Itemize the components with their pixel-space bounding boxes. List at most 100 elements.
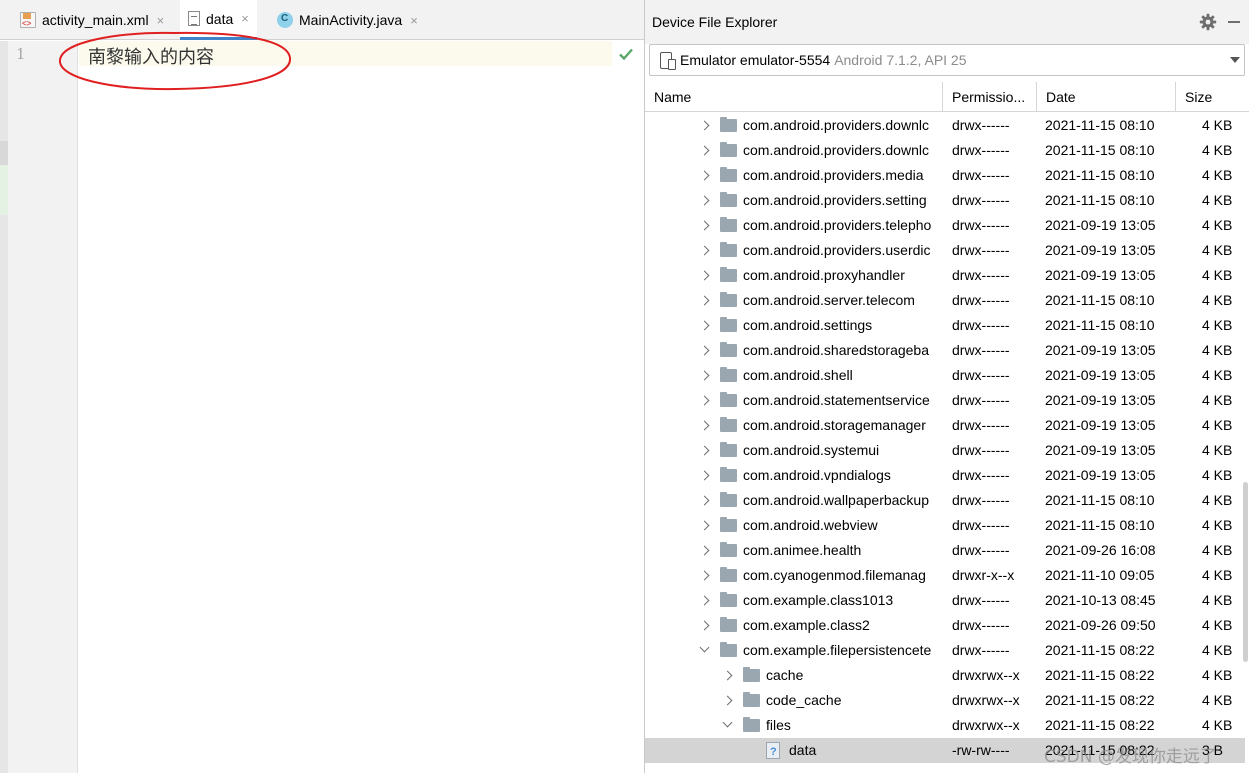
file-size: 4 KB <box>1202 417 1233 433</box>
file-name: com.animee.health <box>743 542 862 558</box>
file-date: 2021-11-15 08:10 <box>1045 317 1155 333</box>
file-date: 2021-10-13 08:45 <box>1045 592 1156 608</box>
close-icon[interactable]: × <box>157 13 165 28</box>
chevron-right-icon[interactable] <box>699 620 710 631</box>
folder-row[interactable]: com.animee.health drwx------ 2021-09-26 16… <box>645 538 1245 563</box>
file-permissions: drwx------ <box>952 467 1010 483</box>
chevron-right-icon[interactable] <box>699 120 710 131</box>
chevron-right-icon[interactable] <box>699 170 710 181</box>
folder-row[interactable]: com.android.settings drwx------ 2021-11-15… <box>645 313 1245 338</box>
folder-row[interactable]: com.android.webview drwx------ 2021-11-15 … <box>645 513 1245 538</box>
file-name: data <box>789 742 817 758</box>
folder-row[interactable]: code_cache drwxrwx--x 2021-11-15 08:22 4 KB <box>645 688 1245 713</box>
file-size: 4 KB <box>1202 642 1233 658</box>
folder-row[interactable]: files drwxrwx--x 2021-11-15 08:22 4 KB <box>645 713 1245 738</box>
folder-row[interactable]: com.android.providers.userdic drwx------ 2… <box>645 238 1245 263</box>
chevron-right-icon[interactable] <box>699 595 710 606</box>
chevron-right-icon[interactable] <box>699 195 710 206</box>
folder-row[interactable]: com.android.vpndialogs drwx------ 2021-09-… <box>645 463 1245 488</box>
folder-row[interactable]: com.android.server.telecom drwx------ 2021… <box>645 288 1245 313</box>
file-date: 2021-09-19 13:05 <box>1045 367 1156 383</box>
folder-row[interactable]: com.example.filepersistencete drwx------ 2… <box>645 638 1245 663</box>
folder-icon <box>720 442 737 457</box>
file-permissions: drwxrwx--x <box>952 717 1020 733</box>
file-size: 4 KB <box>1202 217 1233 233</box>
minimize-icon[interactable] <box>1228 21 1240 23</box>
explorer-header: Device File Explorer <box>645 0 1249 44</box>
file-size: 4 KB <box>1202 692 1233 708</box>
chevron-right-icon[interactable] <box>699 520 710 531</box>
folder-row[interactable]: cache drwxrwx--x 2021-11-15 08:22 4 KB <box>645 663 1245 688</box>
folder-row[interactable]: com.android.systemui drwx------ 2021-09-19… <box>645 438 1245 463</box>
file-date: 2021-09-19 13:05 <box>1045 442 1156 458</box>
folder-icon <box>720 167 737 182</box>
folder-row[interactable]: com.android.providers.media drwx------ 202… <box>645 163 1245 188</box>
column-header-permissions[interactable]: Permissio... <box>943 82 1037 112</box>
device-selector[interactable]: Emulator emulator-5554 Android 7.1.2, AP… <box>649 44 1245 76</box>
chevron-right-icon[interactable] <box>699 445 710 456</box>
chevron-right-icon[interactable] <box>699 270 710 281</box>
file-size: 4 KB <box>1202 717 1233 733</box>
folder-row[interactable]: com.android.providers.downlc drwx------ 20… <box>645 113 1245 138</box>
line-number: 1 <box>16 45 26 63</box>
file-permissions: -rw-rw---- <box>952 742 1010 758</box>
file-permissions: drwx------ <box>952 392 1010 408</box>
chevron-right-icon[interactable] <box>722 670 733 681</box>
chevron-right-icon[interactable] <box>699 345 710 356</box>
chevron-right-icon[interactable] <box>699 545 710 556</box>
chevron-right-icon[interactable] <box>699 295 710 306</box>
folder-row[interactable]: com.android.proxyhandler drwx------ 2021-0… <box>645 263 1245 288</box>
file-date: 2021-11-15 08:10 <box>1045 117 1155 133</box>
chevron-right-icon[interactable] <box>722 695 733 706</box>
vertical-scrollbar[interactable] <box>1243 482 1248 662</box>
file-permissions: drwx------ <box>952 117 1010 133</box>
file-size: 4 KB <box>1202 567 1233 583</box>
close-icon[interactable]: × <box>410 13 418 28</box>
folder-row[interactable]: com.example.class2 drwx------ 2021-09-26 0… <box>645 613 1245 638</box>
chevron-right-icon[interactable] <box>699 370 710 381</box>
folder-row[interactable]: com.android.storagemanager drwx------ 2021… <box>645 413 1245 438</box>
chevron-down-icon[interactable] <box>699 642 710 653</box>
folder-row[interactable]: com.android.wallpaperbackup drwx------ 202… <box>645 488 1245 513</box>
folder-icon <box>743 667 760 682</box>
file-size: 4 KB <box>1202 292 1233 308</box>
folder-row[interactable]: com.android.shell drwx------ 2021-09-19 13… <box>645 363 1245 388</box>
chevron-down-icon[interactable] <box>722 717 733 728</box>
file-size: 4 KB <box>1202 142 1233 158</box>
folder-row[interactable]: com.example.class1013 drwx------ 2021-10-1… <box>645 588 1245 613</box>
chevron-right-icon[interactable] <box>699 420 710 431</box>
chevron-right-icon[interactable] <box>699 320 710 331</box>
folder-row[interactable]: com.android.providers.downlc drwx------ 20… <box>645 138 1245 163</box>
folder-row[interactable]: com.android.providers.setting drwx------ 2… <box>645 188 1245 213</box>
folder-icon <box>720 292 737 307</box>
chevron-right-icon[interactable] <box>699 470 710 481</box>
chevron-right-icon[interactable] <box>699 570 710 581</box>
folder-row[interactable]: com.android.providers.telepho drwx------ 2… <box>645 213 1245 238</box>
column-header-date[interactable]: Date <box>1037 82 1176 112</box>
chevron-right-icon[interactable] <box>699 245 710 256</box>
table-header: Name Permissio... Date Size <box>645 82 1249 112</box>
close-icon[interactable]: × <box>241 11 249 26</box>
folder-row[interactable]: com.cyanogenmod.filemanag drwxr-x--x 2021-… <box>645 563 1245 588</box>
folder-icon <box>720 342 737 357</box>
file-size: 4 KB <box>1202 542 1233 558</box>
column-header-name[interactable]: Name <box>645 82 943 112</box>
chevron-right-icon[interactable] <box>699 495 710 506</box>
chevron-right-icon[interactable] <box>699 220 710 231</box>
file-name: com.android.shell <box>743 367 853 383</box>
file-size: 4 KB <box>1202 392 1233 408</box>
file-size: 4 KB <box>1202 167 1233 183</box>
chevron-down-icon[interactable] <box>1230 57 1240 63</box>
file-name: com.android.providers.setting <box>743 192 927 208</box>
chevron-right-icon[interactable] <box>699 395 710 406</box>
file-name: com.android.wallpaperbackup <box>743 492 929 508</box>
file-permissions: drwx------ <box>952 142 1010 158</box>
gear-icon[interactable] <box>1199 13 1217 31</box>
folder-row[interactable]: com.android.statementservice drwx------ 20… <box>645 388 1245 413</box>
column-header-size[interactable]: Size <box>1176 82 1249 112</box>
file-name: com.android.webview <box>743 517 878 533</box>
folder-row[interactable]: com.android.sharedstorageba drwx------ 202… <box>645 338 1245 363</box>
chevron-right-icon[interactable] <box>699 145 710 156</box>
folder-icon <box>720 317 737 332</box>
file-permissions: drwx------ <box>952 242 1010 258</box>
